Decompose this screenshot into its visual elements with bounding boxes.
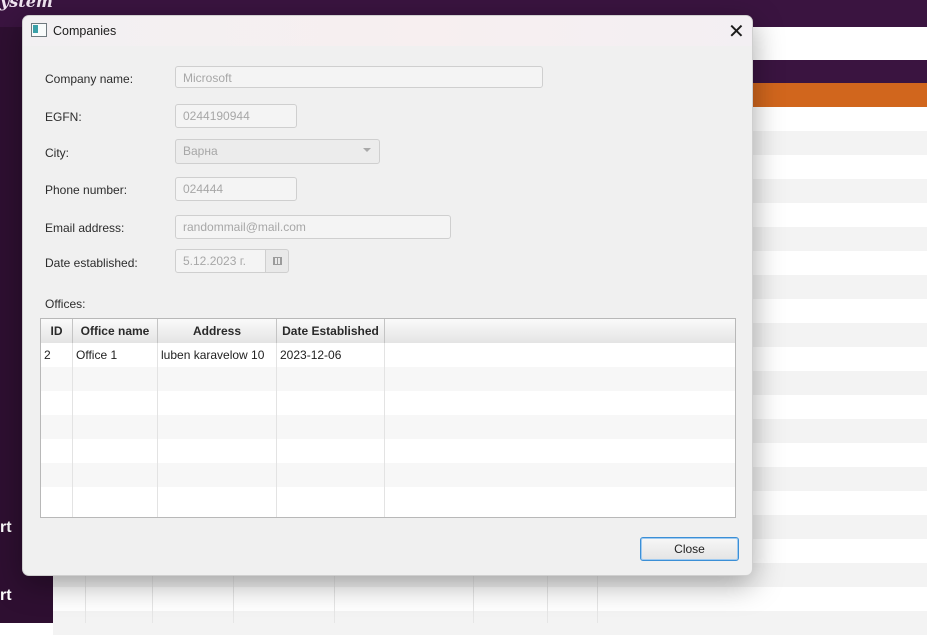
app-brand-text: ystem (0, 0, 53, 11)
phone-field[interactable]: 024444 (175, 177, 297, 201)
email-label: Email address: (45, 221, 125, 235)
table-row[interactable]: 2 Office 1 luben karavelow 10 2023-12-06 (41, 343, 735, 367)
offices-table-header: ID Office name Address Date Established (41, 319, 735, 344)
close-icon[interactable]: ✕ (728, 19, 745, 44)
app-table-column-line (597, 575, 598, 623)
table-row-empty (41, 439, 735, 463)
dialog-title-bar[interactable]: Companies ✕ (23, 16, 752, 46)
window-icon (31, 23, 47, 37)
column-divider (276, 343, 277, 517)
city-select-value: Варна (183, 144, 218, 158)
column-divider (384, 343, 385, 517)
close-button[interactable]: Close (640, 537, 739, 561)
cell-office-name: Office 1 (76, 348, 118, 362)
companies-dialog: Companies ✕ Company name: Microsoft EGFN… (22, 15, 753, 576)
cell-date: 2023-12-06 (280, 348, 342, 362)
sidebar-item-2[interactable]: rt (0, 587, 12, 605)
table-row-empty (41, 463, 735, 487)
sidebar-item-1[interactable]: rt (0, 519, 12, 537)
app-table-column-line (233, 575, 234, 623)
egfn-label: EGFN: (45, 110, 82, 124)
column-header-office-name[interactable]: Office name (73, 319, 158, 343)
company-name-field[interactable]: Microsoft (175, 66, 543, 88)
table-row-empty (41, 391, 735, 415)
dialog-title: Companies (53, 24, 117, 38)
cell-id: 2 (44, 348, 51, 362)
company-name-label: Company name: (45, 72, 134, 86)
chevron-down-icon (363, 148, 371, 152)
city-label: City: (45, 146, 69, 160)
date-picker-button[interactable] (265, 249, 289, 273)
date-established-label: Date established: (45, 256, 138, 270)
egfn-field[interactable]: 0244190944 (175, 104, 297, 128)
app-table-column-line (85, 575, 86, 623)
city-select[interactable]: Варна (175, 139, 380, 164)
column-divider (72, 343, 73, 517)
column-header-id[interactable]: ID (41, 319, 73, 343)
email-field[interactable]: randommail@mail.com (175, 215, 451, 239)
app-table-column-line (334, 575, 335, 623)
offices-label: Offices: (45, 297, 86, 311)
column-header-address[interactable]: Address (158, 319, 277, 343)
app-table-column-line (547, 575, 548, 623)
calendar-icon (273, 257, 282, 265)
table-row-empty (41, 415, 735, 439)
app-table-column-line (473, 575, 474, 623)
table-row-empty (41, 367, 735, 391)
app-table-column-line (152, 575, 153, 623)
offices-table[interactable]: ID Office name Address Date Established … (40, 318, 736, 518)
column-divider (157, 343, 158, 517)
cell-address: luben karavelow 10 (161, 348, 265, 362)
date-established-field[interactable]: 5.12.2023 г. (175, 249, 266, 273)
table-row-empty (41, 487, 735, 511)
phone-label: Phone number: (45, 183, 128, 197)
column-header-date-established[interactable]: Date Established (277, 319, 385, 343)
